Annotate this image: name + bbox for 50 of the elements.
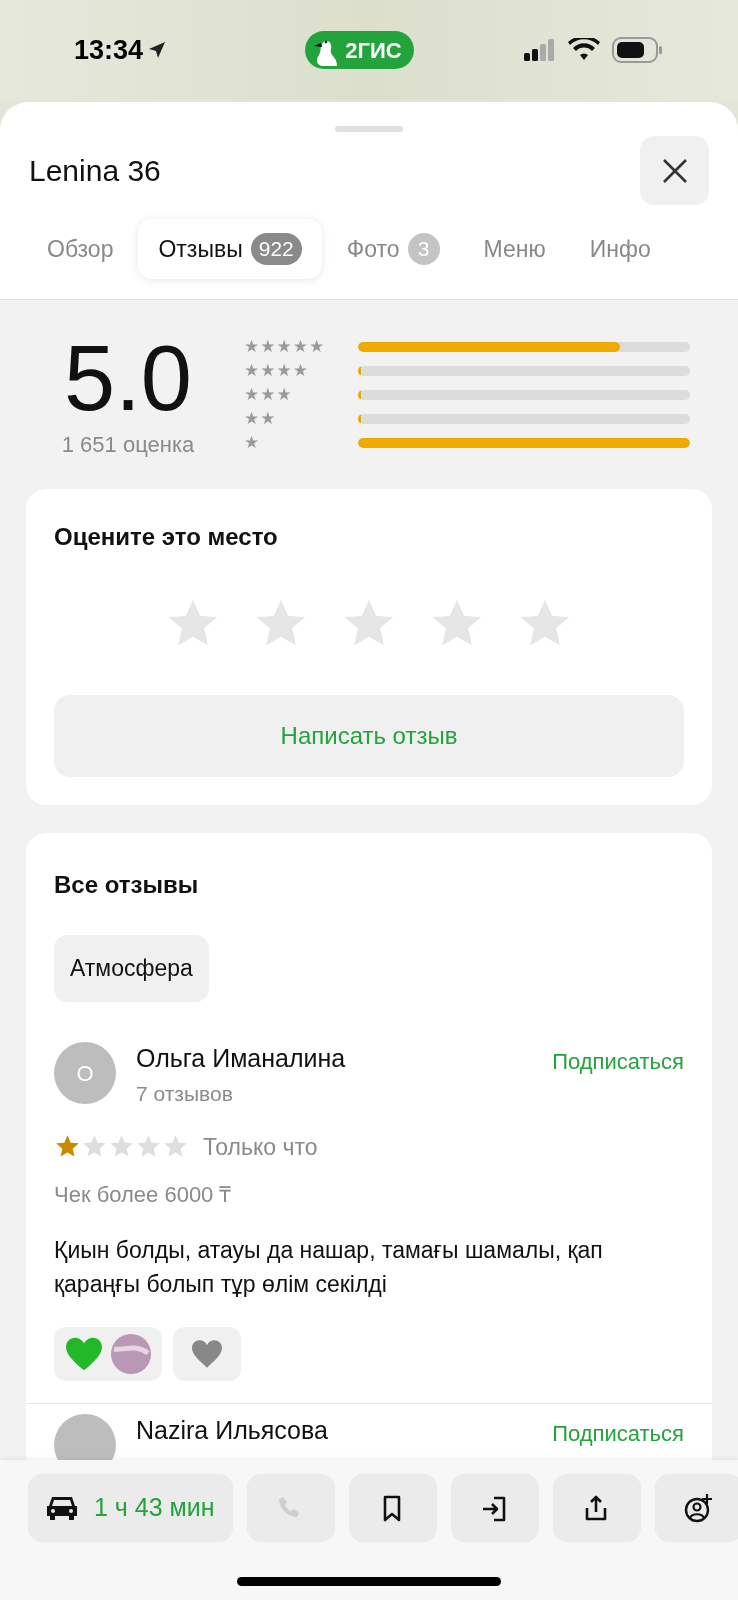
review-text: Қиын болды, атауы да нашар, тамағы шамалы, қап қараңғы болып тұр өлім секілді (54, 1236, 604, 1299)
avatar[interactable]: О (54, 1042, 116, 1104)
filter-chip[interactable]: Атмосфера (54, 935, 209, 1002)
review-check: Чек более 6000 ₸ (54, 1181, 233, 1209)
reactions-button[interactable] (54, 1327, 162, 1381)
location-arrow-icon (147, 40, 168, 60)
like-button[interactable] (173, 1327, 241, 1381)
place-title: Lenina 36 (29, 153, 161, 189)
rating-score: 5.0 (64, 328, 192, 428)
signal-icon (524, 39, 556, 61)
tab[interactable]: Меню (464, 219, 565, 279)
close-button[interactable] (640, 136, 709, 205)
review-count: 7 отзывов (136, 1081, 234, 1107)
enter-button[interactable] (450, 1474, 539, 1542)
share-button[interactable] (552, 1474, 641, 1542)
reviewer-name[interactable]: Nazira Ильясова (136, 1414, 553, 1446)
subscribe-link[interactable]: Подписаться (552, 1046, 684, 1078)
write-review-button[interactable]: Написать отзыв (54, 695, 684, 777)
tab[interactable]: Фото 3 (327, 219, 459, 279)
close-icon (661, 157, 688, 184)
car-icon (46, 1495, 78, 1521)
tab[interactable]: Инфо (570, 219, 670, 279)
tab[interactable]: Обзор (28, 219, 133, 279)
avatar[interactable] (54, 1414, 116, 1460)
count-badge: 3 (407, 233, 440, 265)
drag-handle[interactable] (335, 126, 403, 132)
heart-icon (64, 1336, 104, 1372)
app-badge-label: 2ГИС (345, 36, 402, 65)
star-label: ★★ (244, 407, 277, 428)
tab[interactable]: Отзывы 922 (138, 219, 322, 279)
card-title: Оцените это место (54, 522, 279, 552)
wifi-icon (568, 38, 600, 62)
heart-icon (190, 1339, 224, 1369)
rating-count: 1 651 оценка (61, 431, 195, 459)
star-label: ★★★★★ (244, 335, 326, 356)
star-label: ★★★★ (244, 359, 309, 380)
battery-icon (612, 37, 664, 63)
review-time: Только что (203, 1132, 318, 1162)
sticker-icon (110, 1333, 152, 1375)
status-time: 13:34 (74, 33, 144, 67)
add-contact-icon (683, 1493, 714, 1523)
count-badge: 922 (250, 233, 302, 265)
add-contact-button[interactable] (654, 1474, 738, 1542)
route-button[interactable]: 1 ч 43 мин (28, 1474, 233, 1542)
card-title: Все отзывы (53, 870, 200, 900)
bookmark-button[interactable] (348, 1474, 437, 1542)
subscribe-link[interactable]: Подписаться (552, 1418, 684, 1450)
reviewer-name[interactable]: Ольга Иманалина (136, 1042, 553, 1074)
star-label: ★★★ (244, 383, 293, 404)
star-label: ★ (244, 431, 261, 452)
